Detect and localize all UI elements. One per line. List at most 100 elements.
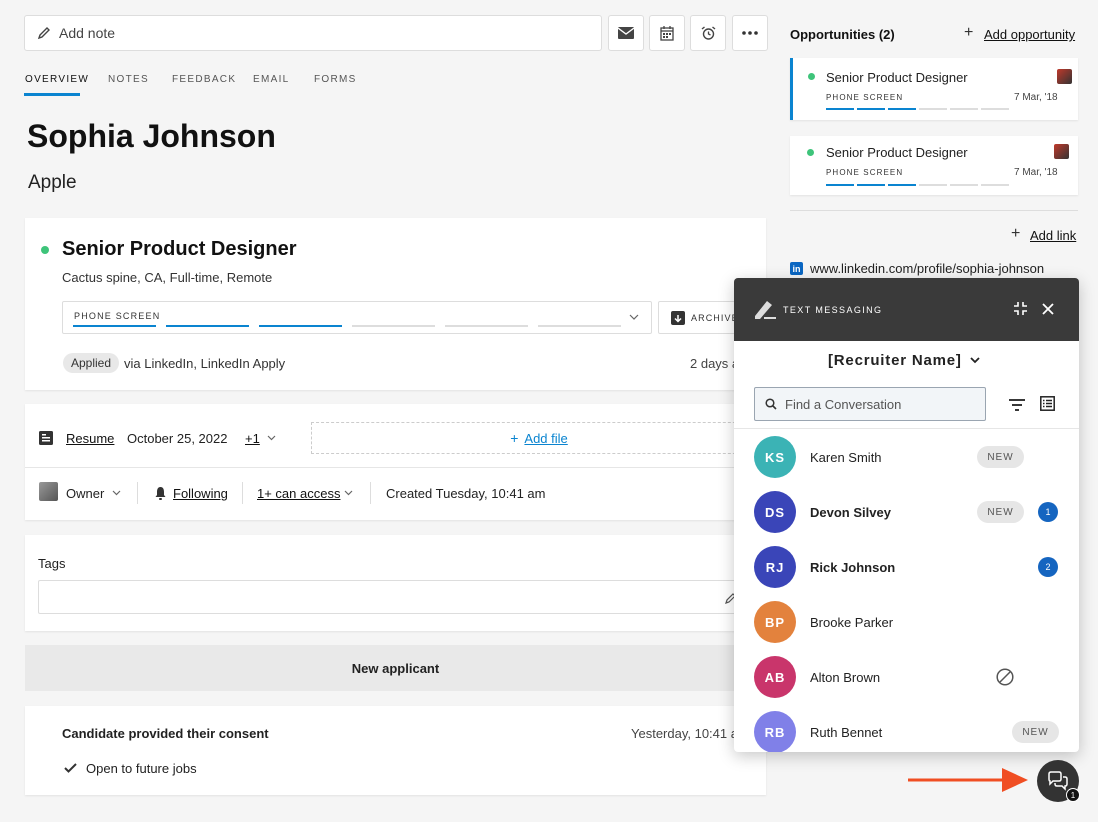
schedule-button[interactable] — [649, 15, 685, 51]
list-view-icon[interactable] — [1040, 396, 1055, 411]
ellipsis-icon — [742, 31, 758, 35]
chat-bubbles-icon — [1048, 771, 1068, 791]
add-file-dropzone[interactable]: + Add file — [311, 422, 766, 454]
opportunity-item-stage: PHONE SCREEN — [826, 93, 904, 102]
conversation-name: Rick Johnson — [810, 560, 896, 575]
new-badge: NEW — [977, 446, 1024, 468]
blocked-icon — [996, 668, 1014, 686]
email-button[interactable] — [608, 15, 644, 51]
owner-avatar — [1054, 144, 1069, 159]
stage-segment — [857, 108, 885, 110]
add-link-button[interactable]: Add link — [1030, 228, 1076, 243]
consent-title: Candidate provided their consent — [62, 726, 269, 741]
tab-overview[interactable]: OVERVIEW — [25, 74, 89, 85]
conversation-name: Brooke Parker — [810, 615, 894, 630]
plus-icon: + — [510, 430, 519, 446]
add-file-link[interactable]: Add file — [524, 431, 567, 446]
opportunity-card: Senior Product Designer Cactus spine, CA… — [25, 218, 766, 390]
candidate-company: Apple — [28, 172, 77, 193]
alarm-clock-icon — [701, 25, 715, 40]
document-icon — [39, 431, 53, 445]
source-text: via LinkedIn, LinkedIn Apply — [124, 356, 286, 371]
conversation-row[interactable]: RB Ruth Bennet NEW — [734, 705, 1079, 752]
chevron-down-icon — [112, 490, 121, 496]
add-opportunity-link[interactable]: Add opportunity — [984, 27, 1075, 42]
new-badge: NEW — [1012, 721, 1059, 743]
opportunity-item-stage: PHONE SCREEN — [826, 168, 904, 177]
arrow-right-icon — [908, 768, 1028, 792]
stage-segment — [919, 184, 947, 186]
avatar: RB — [754, 711, 796, 752]
opportunity-item[interactable]: Senior Product Designer PHONE SCREEN 7 M… — [790, 58, 1078, 120]
opportunity-item[interactable]: Senior Product Designer PHONE SCREEN 7 M… — [790, 136, 1078, 195]
active-tab-indicator — [24, 93, 80, 96]
divider — [242, 482, 243, 504]
stage-dropdown[interactable]: PHONE SCREEN — [62, 301, 652, 334]
conversation-row[interactable]: BP Brooke Parker — [734, 595, 1079, 650]
stage-segment — [950, 184, 978, 186]
stage-segment — [981, 108, 1009, 110]
add-note-input[interactable]: Add note — [24, 15, 602, 51]
conversation-row[interactable]: DS Devon Silvey NEW 1 — [734, 485, 1079, 540]
stage-segment — [826, 108, 854, 110]
chat-notification-badge: 1 — [1066, 788, 1080, 802]
tab-notes[interactable]: NOTES — [108, 74, 149, 85]
tags-card: Tags — [25, 535, 766, 631]
avatar: DS — [754, 491, 796, 533]
tab-email[interactable]: EMAIL — [253, 74, 290, 85]
close-icon[interactable] — [1042, 303, 1054, 315]
opportunity-title[interactable]: Senior Product Designer — [62, 238, 297, 261]
consent-item: Open to future jobs — [86, 761, 197, 776]
more-options-button[interactable] — [732, 15, 768, 51]
conversation-row[interactable]: RJ Rick Johnson 2 — [734, 540, 1079, 595]
stage-segment — [950, 108, 978, 110]
stage-segment — [888, 184, 916, 186]
linkedin-link[interactable]: www.linkedin.com/profile/sophia-johnson — [810, 261, 1044, 276]
files-card: Resume October 25, 2022 +1 + Add file Ow… — [25, 404, 766, 520]
messaging-logo-icon — [755, 301, 776, 319]
tags-input[interactable] — [38, 580, 766, 614]
conversation-row[interactable]: KS Karen Smith NEW — [734, 430, 1079, 485]
conversation-search-input[interactable]: Find a Conversation — [754, 387, 986, 421]
divider — [25, 467, 766, 468]
chevron-down-icon — [344, 490, 353, 496]
add-note-placeholder: Add note — [59, 25, 116, 41]
reminder-button[interactable] — [690, 15, 726, 51]
access-dropdown[interactable]: 1+ can access — [257, 486, 340, 501]
avatar: BP — [754, 601, 796, 643]
owner-avatar — [39, 482, 58, 501]
unread-count-badge: 2 — [1038, 557, 1058, 577]
active-status-dot — [808, 73, 815, 80]
conversation-row[interactable]: AB Alton Brown — [734, 650, 1079, 705]
filter-icon[interactable] — [1009, 399, 1025, 411]
tab-forms[interactable]: FORMS — [314, 74, 357, 85]
stage-segment — [538, 325, 621, 327]
new-badge: NEW — [977, 501, 1024, 523]
more-files-toggle[interactable]: +1 — [245, 431, 260, 446]
consent-card: Candidate provided their consent Yesterd… — [25, 706, 766, 795]
plus-icon: + — [1011, 225, 1021, 242]
owner-dropdown[interactable]: Owner — [66, 486, 104, 501]
following-toggle[interactable]: Following — [173, 486, 228, 501]
opportunities-heading: Opportunities (2) — [790, 27, 895, 42]
resume-link[interactable]: Resume — [66, 431, 114, 446]
linkedin-icon: in — [790, 262, 803, 275]
candidate-name: Sophia Johnson — [27, 118, 276, 154]
active-status-dot — [807, 149, 814, 156]
search-placeholder: Find a Conversation — [785, 397, 902, 412]
pencil-icon — [37, 27, 50, 40]
chat-button[interactable]: 1 — [1037, 760, 1080, 802]
tab-feedback[interactable]: FEEDBACK — [172, 74, 236, 85]
recruiter-dropdown[interactable]: [Recruiter Name] — [734, 341, 1079, 379]
collapse-icon[interactable] — [1014, 302, 1027, 315]
avatar: KS — [754, 436, 796, 478]
opportunity-item-date: 7 Mar, '18 — [1014, 167, 1058, 178]
avatar: AB — [754, 656, 796, 698]
tags-label: Tags — [38, 556, 66, 571]
stage-segment — [352, 325, 435, 327]
resume-date: October 25, 2022 — [127, 431, 228, 446]
conversation-name: Karen Smith — [810, 450, 882, 465]
stage-segment — [919, 108, 947, 110]
opportunity-meta: Cactus spine, CA, Full-time, Remote — [62, 270, 273, 285]
source-pill: Applied — [63, 353, 120, 373]
